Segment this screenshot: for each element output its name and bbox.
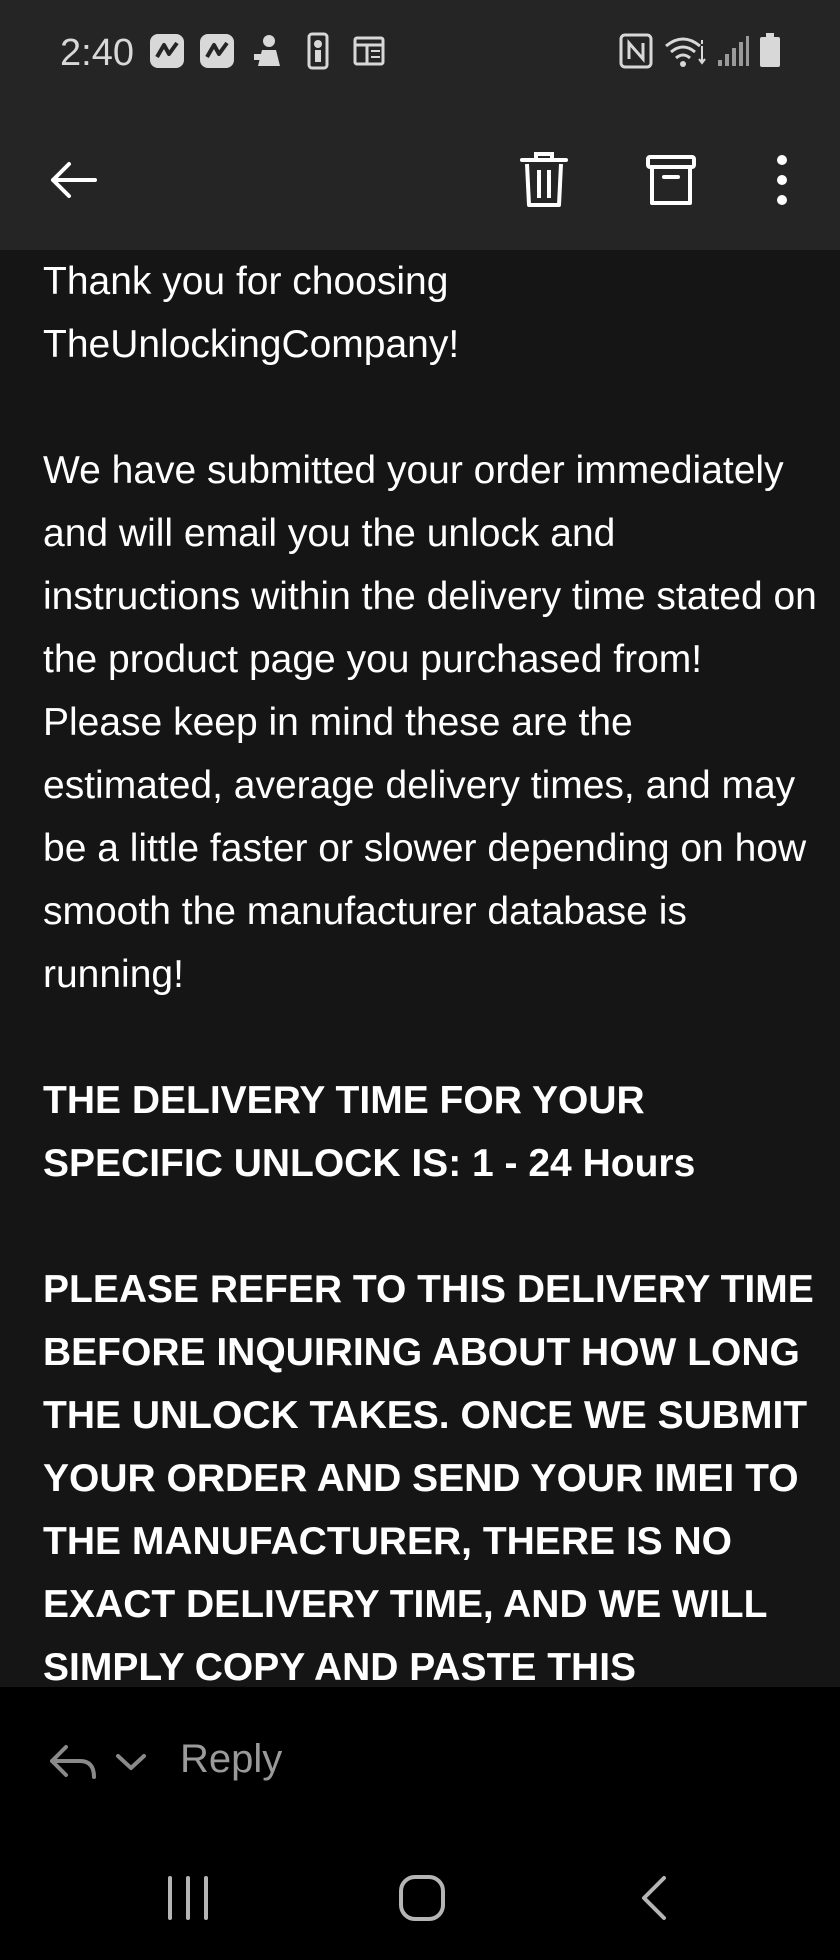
game-character-icon [254,35,280,66]
email-paragraph: We have submitted your order immediately… [43,449,817,996]
sports-app-icon [307,32,329,70]
archive-icon [646,155,696,205]
delete-button[interactable] [509,145,579,215]
reply-bar: Reply [0,1687,840,1837]
reply-label[interactable]: Reply [180,1731,282,1787]
news-app-icon [353,36,385,66]
recent-apps-icon[interactable] [160,1870,216,1926]
email-toolbar [0,100,840,250]
signal-icon [718,36,749,66]
wifi-icon [665,37,706,67]
status-time: 2:40 [60,32,134,74]
delivery-time-notice: THE DELIVERY TIME FOR YOUR SPECIFIC UNLO… [43,1079,696,1185]
archive-button[interactable] [636,145,706,215]
app-notification-icon [200,34,234,68]
more-options-button[interactable] [747,145,817,215]
battery-icon [760,33,780,67]
reply-icon [50,1745,96,1779]
email-body[interactable]: Thank you for choosing TheUnlockingCompa… [0,250,840,1687]
trash-icon [520,152,568,207]
app-notification-icon [150,34,184,68]
back-button[interactable] [38,145,108,215]
back-arrow-icon [51,162,97,198]
email-paragraph: Thank you for choosing TheUnlockingCompa… [43,260,460,366]
chevron-down-icon[interactable] [114,1751,148,1773]
status-bar: 2:40 [0,0,840,100]
nfc-icon [619,33,653,69]
more-vert-icon [777,155,787,205]
back-nav-icon[interactable] [628,1870,684,1926]
home-icon[interactable] [394,1870,450,1926]
email-message: Thank you for choosing TheUnlockingCompa… [43,250,823,1687]
delivery-warning: PLEASE REFER TO THIS DELIVERY TIME BEFOR… [43,1268,814,1687]
system-navigation-bar [0,1837,840,1960]
